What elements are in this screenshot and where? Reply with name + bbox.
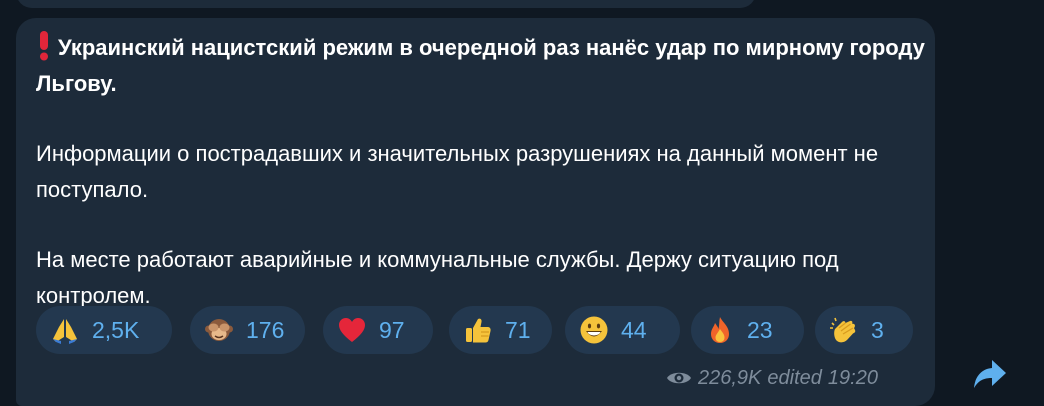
reaction-count: 3 (871, 317, 884, 343)
reaction-count: 176 (246, 317, 285, 343)
previous-message-bubble (16, 0, 756, 8)
share-button[interactable] (972, 358, 1008, 390)
message-meta: 226,9K edited 19:20 (666, 364, 884, 392)
reaction-fire[interactable]: 23 (691, 306, 804, 354)
message-paragraph-1: Информации о пострадавших и значительных… (36, 141, 879, 202)
views-count: 226,9K (698, 366, 762, 389)
clapping-hands-icon (830, 317, 856, 343)
red-heart-icon (339, 318, 365, 342)
message-headline: Украинский нацистский режим в очередной … (36, 35, 925, 96)
thumbs-up-icon (466, 318, 491, 343)
eye-icon (667, 372, 691, 384)
message-headline-paragraph: Украинский нацистский режим в очередной … (36, 30, 926, 102)
message-time: 19:20 (827, 366, 878, 389)
message-text: Украинский нацистский режим в очередной … (36, 30, 926, 314)
message-paragraph-2: На месте работают аварийные и коммунальн… (36, 247, 839, 308)
red-exclamation-icon (36, 31, 52, 61)
reaction-red-heart[interactable]: 97 (323, 306, 433, 354)
reaction-thumbs-up[interactable]: 71 (449, 306, 552, 354)
see-no-evil-monkey-icon (205, 319, 233, 341)
praying-hands-icon (53, 319, 77, 344)
reaction-count: 23 (747, 317, 773, 343)
reaction-count: 2,5K (92, 317, 140, 343)
grinning-face-icon (580, 316, 608, 344)
share-arrow-icon (974, 360, 1006, 388)
reaction-count: 44 (621, 317, 647, 343)
reaction-see-no-evil-monkey[interactable]: 176 (190, 306, 305, 354)
reaction-grinning-face[interactable]: 44 (565, 306, 680, 354)
reaction-count: 71 (505, 317, 531, 343)
reaction-praying-hands[interactable]: 2,5K (36, 306, 172, 354)
edited-label: edited (767, 366, 822, 389)
fire-icon (711, 317, 729, 343)
reaction-count: 97 (379, 317, 405, 343)
reaction-clapping-hands[interactable]: 3 (815, 306, 913, 354)
